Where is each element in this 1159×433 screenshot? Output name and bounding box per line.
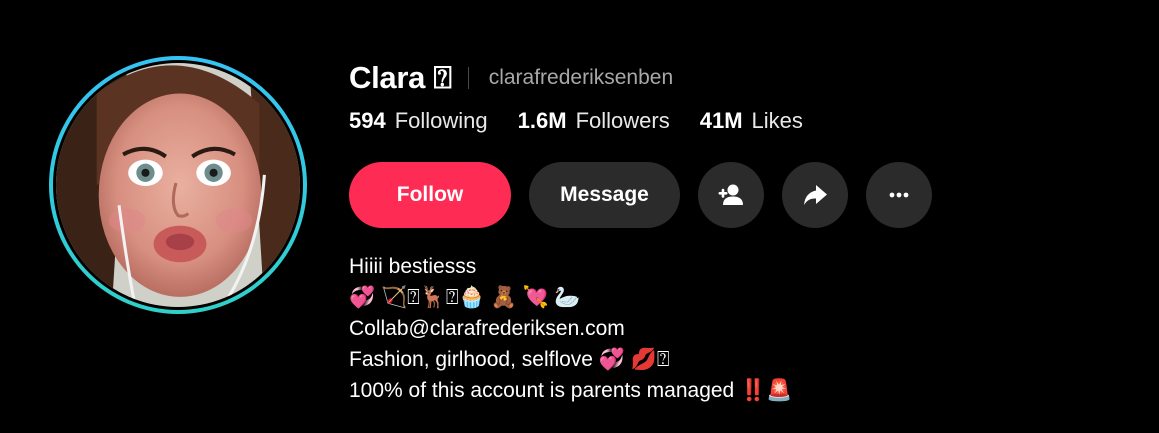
- stat-value: 41M: [699, 108, 743, 133]
- display-name: Clara ⍰: [349, 59, 452, 95]
- stat-value: 594: [349, 108, 386, 133]
- bio-line: Hiiii bestiesss: [349, 255, 477, 278]
- stat-following[interactable]: 594 Following: [349, 108, 488, 134]
- name-divider: [467, 67, 469, 89]
- follow-button[interactable]: Follow: [349, 162, 511, 228]
- stat-likes: 41M Likes: [700, 108, 803, 134]
- more-dots-icon: [889, 192, 909, 198]
- profile-photo: [56, 63, 300, 307]
- add-friend-button[interactable]: [698, 162, 764, 228]
- avatar-ring[interactable]: [49, 56, 307, 314]
- share-arrow-icon: [804, 185, 827, 205]
- avatar[interactable]: [53, 60, 303, 310]
- message-button[interactable]: Message: [529, 162, 680, 228]
- stat-value: 1.6M: [517, 108, 567, 133]
- profile-bio: Hiiii bestiesss 💞 🏹⍰🦌⍰🧁 🧸 💘 🦢 Collab@cla…: [349, 251, 792, 406]
- bio-line: 100% of this account is parents managed …: [349, 379, 793, 402]
- bio-line: Fashion, girlhood, selflove 💞 💋⍰: [349, 348, 670, 371]
- stat-label: Following: [394, 108, 488, 133]
- username: clarafrederiksenben: [488, 66, 674, 89]
- stat-label: Followers: [575, 108, 670, 133]
- bio-line: 💞 🏹⍰🦌⍰🧁 🧸 💘 🦢: [349, 286, 581, 309]
- stat-followers[interactable]: 1.6M Followers: [518, 108, 670, 134]
- stat-label: Likes: [751, 108, 803, 133]
- share-button[interactable]: [782, 162, 848, 228]
- add-person-icon: [718, 184, 743, 205]
- profile-header: Clara ⍰ clarafrederiksenben: [349, 58, 673, 98]
- profile-stats: 594 Following 1.6M Followers 41M Likes: [349, 108, 833, 134]
- bio-email: Collab@clarafrederiksen.com: [349, 317, 625, 340]
- profile-actions: Follow Message: [349, 162, 950, 228]
- more-options-button[interactable]: [866, 162, 932, 228]
- name-glyph: ⍰: [433, 59, 452, 95]
